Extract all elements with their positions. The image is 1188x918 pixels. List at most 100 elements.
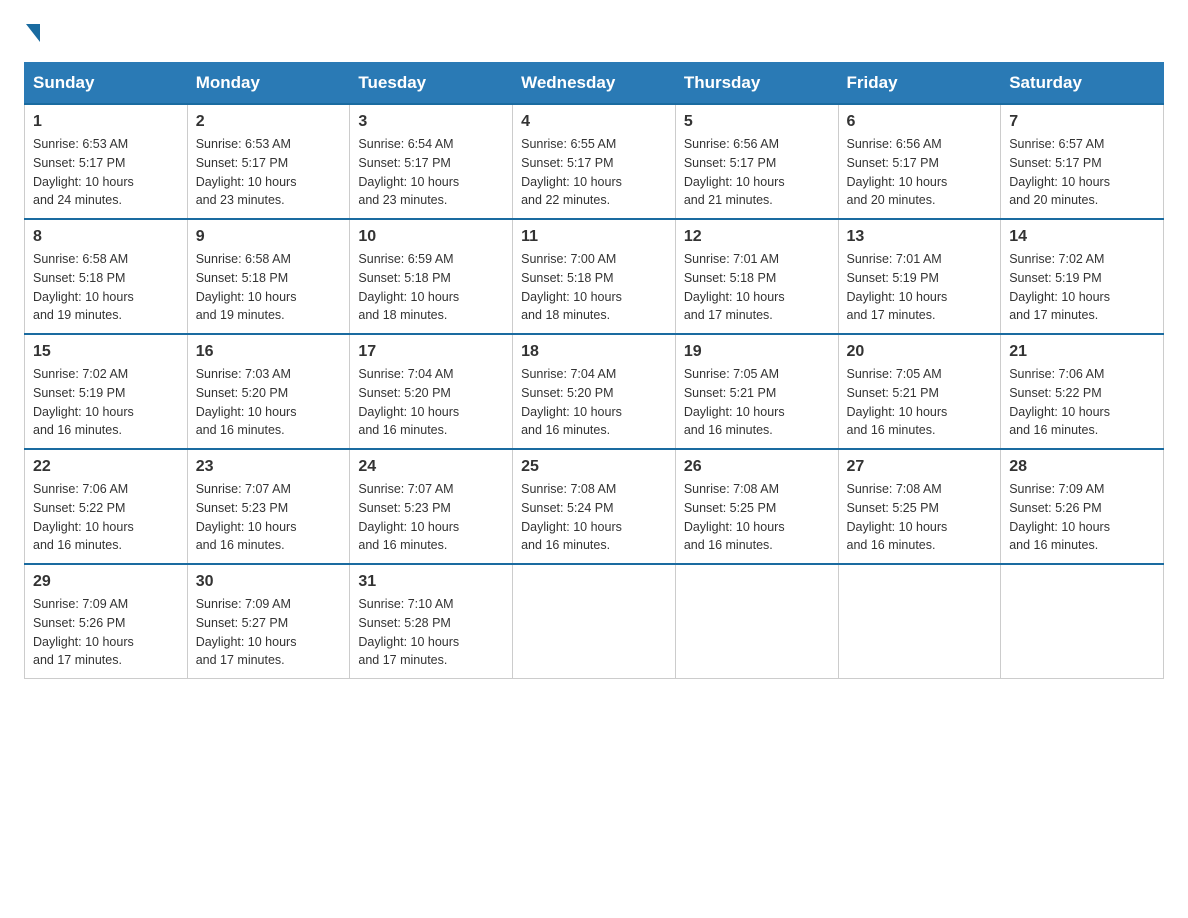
day-number: 25 xyxy=(521,458,667,476)
calendar-day-cell: 10 Sunrise: 6:59 AM Sunset: 5:18 PM Dayl… xyxy=(350,219,513,334)
col-thursday: Thursday xyxy=(675,63,838,105)
calendar-table: Sunday Monday Tuesday Wednesday Thursday… xyxy=(24,62,1164,679)
day-number: 17 xyxy=(358,343,504,361)
day-number: 9 xyxy=(196,228,342,246)
calendar-day-cell: 4 Sunrise: 6:55 AM Sunset: 5:17 PM Dayli… xyxy=(513,104,676,219)
calendar-header-row: Sunday Monday Tuesday Wednesday Thursday… xyxy=(25,63,1164,105)
calendar-day-cell: 19 Sunrise: 7:05 AM Sunset: 5:21 PM Dayl… xyxy=(675,334,838,449)
day-number: 14 xyxy=(1009,228,1155,246)
calendar-week-row: 8 Sunrise: 6:58 AM Sunset: 5:18 PM Dayli… xyxy=(25,219,1164,334)
day-number: 24 xyxy=(358,458,504,476)
day-number: 5 xyxy=(684,113,830,131)
day-info: Sunrise: 7:07 AM Sunset: 5:23 PM Dayligh… xyxy=(358,480,504,555)
calendar-day-cell: 16 Sunrise: 7:03 AM Sunset: 5:20 PM Dayl… xyxy=(187,334,350,449)
day-info: Sunrise: 7:06 AM Sunset: 5:22 PM Dayligh… xyxy=(1009,365,1155,440)
day-info: Sunrise: 6:55 AM Sunset: 5:17 PM Dayligh… xyxy=(521,135,667,210)
day-number: 18 xyxy=(521,343,667,361)
day-number: 3 xyxy=(358,113,504,131)
calendar-day-cell: 17 Sunrise: 7:04 AM Sunset: 5:20 PM Dayl… xyxy=(350,334,513,449)
day-number: 19 xyxy=(684,343,830,361)
calendar-day-cell: 21 Sunrise: 7:06 AM Sunset: 5:22 PM Dayl… xyxy=(1001,334,1164,449)
calendar-day-cell: 1 Sunrise: 6:53 AM Sunset: 5:17 PM Dayli… xyxy=(25,104,188,219)
calendar-day-cell: 27 Sunrise: 7:08 AM Sunset: 5:25 PM Dayl… xyxy=(838,449,1001,564)
day-info: Sunrise: 6:58 AM Sunset: 5:18 PM Dayligh… xyxy=(196,250,342,325)
day-number: 26 xyxy=(684,458,830,476)
calendar-day-cell: 31 Sunrise: 7:10 AM Sunset: 5:28 PM Dayl… xyxy=(350,564,513,679)
day-info: Sunrise: 7:02 AM Sunset: 5:19 PM Dayligh… xyxy=(1009,250,1155,325)
calendar-day-cell: 23 Sunrise: 7:07 AM Sunset: 5:23 PM Dayl… xyxy=(187,449,350,564)
day-number: 22 xyxy=(33,458,179,476)
calendar-day-cell: 14 Sunrise: 7:02 AM Sunset: 5:19 PM Dayl… xyxy=(1001,219,1164,334)
day-info: Sunrise: 7:02 AM Sunset: 5:19 PM Dayligh… xyxy=(33,365,179,440)
calendar-day-cell: 12 Sunrise: 7:01 AM Sunset: 5:18 PM Dayl… xyxy=(675,219,838,334)
calendar-day-cell: 5 Sunrise: 6:56 AM Sunset: 5:17 PM Dayli… xyxy=(675,104,838,219)
day-number: 6 xyxy=(847,113,993,131)
logo-triangle-icon xyxy=(26,24,40,42)
day-number: 31 xyxy=(358,573,504,591)
day-number: 28 xyxy=(1009,458,1155,476)
day-number: 7 xyxy=(1009,113,1155,131)
day-number: 21 xyxy=(1009,343,1155,361)
day-info: Sunrise: 7:09 AM Sunset: 5:26 PM Dayligh… xyxy=(1009,480,1155,555)
calendar-day-cell: 8 Sunrise: 6:58 AM Sunset: 5:18 PM Dayli… xyxy=(25,219,188,334)
day-info: Sunrise: 7:04 AM Sunset: 5:20 PM Dayligh… xyxy=(358,365,504,440)
day-info: Sunrise: 6:53 AM Sunset: 5:17 PM Dayligh… xyxy=(33,135,179,210)
day-number: 30 xyxy=(196,573,342,591)
day-info: Sunrise: 6:54 AM Sunset: 5:17 PM Dayligh… xyxy=(358,135,504,210)
day-number: 16 xyxy=(196,343,342,361)
day-number: 20 xyxy=(847,343,993,361)
day-number: 15 xyxy=(33,343,179,361)
day-info: Sunrise: 7:08 AM Sunset: 5:24 PM Dayligh… xyxy=(521,480,667,555)
page-header xyxy=(24,24,1164,42)
day-info: Sunrise: 7:08 AM Sunset: 5:25 PM Dayligh… xyxy=(847,480,993,555)
day-info: Sunrise: 7:08 AM Sunset: 5:25 PM Dayligh… xyxy=(684,480,830,555)
calendar-day-cell: 11 Sunrise: 7:00 AM Sunset: 5:18 PM Dayl… xyxy=(513,219,676,334)
day-info: Sunrise: 7:05 AM Sunset: 5:21 PM Dayligh… xyxy=(684,365,830,440)
calendar-day-cell: 28 Sunrise: 7:09 AM Sunset: 5:26 PM Dayl… xyxy=(1001,449,1164,564)
day-number: 12 xyxy=(684,228,830,246)
logo xyxy=(24,24,42,42)
day-info: Sunrise: 7:03 AM Sunset: 5:20 PM Dayligh… xyxy=(196,365,342,440)
col-monday: Monday xyxy=(187,63,350,105)
calendar-day-cell: 22 Sunrise: 7:06 AM Sunset: 5:22 PM Dayl… xyxy=(25,449,188,564)
day-number: 10 xyxy=(358,228,504,246)
day-info: Sunrise: 7:05 AM Sunset: 5:21 PM Dayligh… xyxy=(847,365,993,440)
day-info: Sunrise: 6:58 AM Sunset: 5:18 PM Dayligh… xyxy=(33,250,179,325)
calendar-day-cell: 29 Sunrise: 7:09 AM Sunset: 5:26 PM Dayl… xyxy=(25,564,188,679)
calendar-day-cell: 6 Sunrise: 6:56 AM Sunset: 5:17 PM Dayli… xyxy=(838,104,1001,219)
day-info: Sunrise: 7:01 AM Sunset: 5:18 PM Dayligh… xyxy=(684,250,830,325)
day-info: Sunrise: 6:56 AM Sunset: 5:17 PM Dayligh… xyxy=(684,135,830,210)
calendar-day-cell xyxy=(675,564,838,679)
day-number: 23 xyxy=(196,458,342,476)
calendar-day-cell xyxy=(838,564,1001,679)
day-info: Sunrise: 7:04 AM Sunset: 5:20 PM Dayligh… xyxy=(521,365,667,440)
day-number: 8 xyxy=(33,228,179,246)
calendar-day-cell: 7 Sunrise: 6:57 AM Sunset: 5:17 PM Dayli… xyxy=(1001,104,1164,219)
day-number: 13 xyxy=(847,228,993,246)
day-info: Sunrise: 7:09 AM Sunset: 5:27 PM Dayligh… xyxy=(196,595,342,670)
day-number: 27 xyxy=(847,458,993,476)
day-info: Sunrise: 6:57 AM Sunset: 5:17 PM Dayligh… xyxy=(1009,135,1155,210)
day-info: Sunrise: 6:56 AM Sunset: 5:17 PM Dayligh… xyxy=(847,135,993,210)
calendar-day-cell: 3 Sunrise: 6:54 AM Sunset: 5:17 PM Dayli… xyxy=(350,104,513,219)
col-friday: Friday xyxy=(838,63,1001,105)
day-number: 29 xyxy=(33,573,179,591)
calendar-day-cell: 2 Sunrise: 6:53 AM Sunset: 5:17 PM Dayli… xyxy=(187,104,350,219)
col-saturday: Saturday xyxy=(1001,63,1164,105)
calendar-day-cell: 9 Sunrise: 6:58 AM Sunset: 5:18 PM Dayli… xyxy=(187,219,350,334)
col-wednesday: Wednesday xyxy=(513,63,676,105)
day-info: Sunrise: 7:00 AM Sunset: 5:18 PM Dayligh… xyxy=(521,250,667,325)
calendar-day-cell: 25 Sunrise: 7:08 AM Sunset: 5:24 PM Dayl… xyxy=(513,449,676,564)
col-tuesday: Tuesday xyxy=(350,63,513,105)
calendar-day-cell: 24 Sunrise: 7:07 AM Sunset: 5:23 PM Dayl… xyxy=(350,449,513,564)
day-number: 2 xyxy=(196,113,342,131)
calendar-day-cell xyxy=(513,564,676,679)
day-info: Sunrise: 7:06 AM Sunset: 5:22 PM Dayligh… xyxy=(33,480,179,555)
day-info: Sunrise: 7:10 AM Sunset: 5:28 PM Dayligh… xyxy=(358,595,504,670)
day-number: 11 xyxy=(521,228,667,246)
day-info: Sunrise: 7:09 AM Sunset: 5:26 PM Dayligh… xyxy=(33,595,179,670)
calendar-day-cell xyxy=(1001,564,1164,679)
day-number: 1 xyxy=(33,113,179,131)
calendar-day-cell: 15 Sunrise: 7:02 AM Sunset: 5:19 PM Dayl… xyxy=(25,334,188,449)
calendar-week-row: 22 Sunrise: 7:06 AM Sunset: 5:22 PM Dayl… xyxy=(25,449,1164,564)
